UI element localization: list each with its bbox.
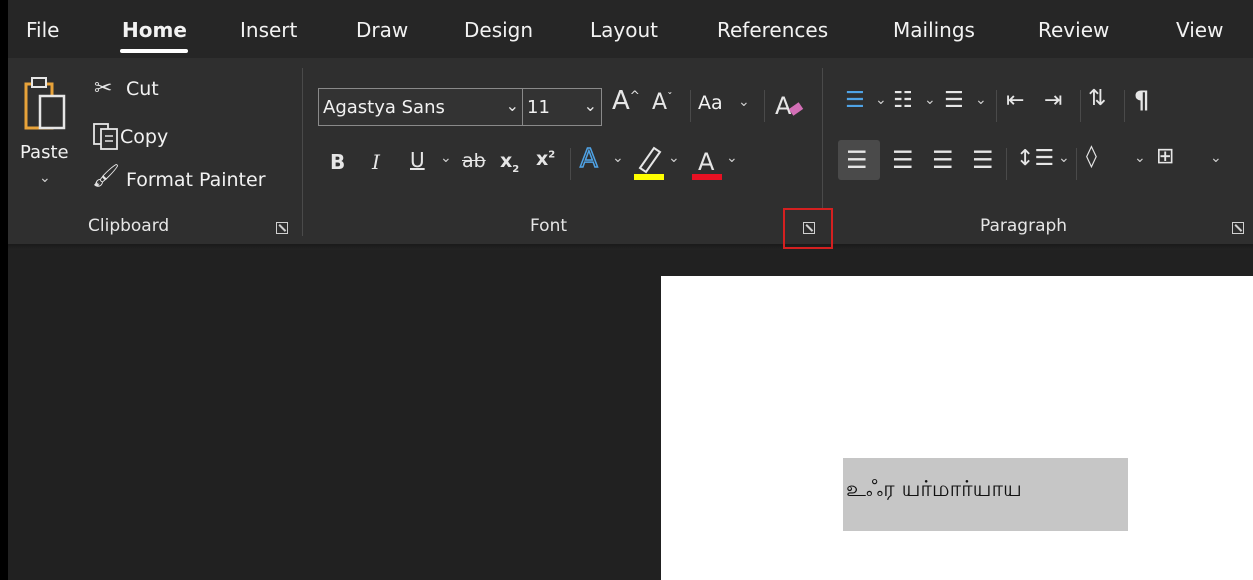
align-center-icon[interactable]: ☰ [892, 146, 914, 174]
multilevel-list-icon[interactable]: ☰ [944, 88, 964, 113]
toolbar-divider [764, 90, 765, 122]
font-color-button[interactable]: A [690, 142, 724, 186]
toolbar-divider [1124, 90, 1125, 122]
paste-dropdown-chevron-icon[interactable]: ⌄ [39, 170, 51, 186]
clear-formatting-button[interactable]: A [774, 90, 806, 126]
svg-text:A: A [698, 148, 715, 176]
paste-icon [24, 77, 66, 130]
bullets-icon[interactable]: ☰ [845, 88, 865, 113]
tab-home[interactable]: Home [122, 18, 187, 42]
shading-icon[interactable]: ◊ [1086, 144, 1097, 169]
line-spacing-dropdown-icon[interactable]: ⌄ [1058, 150, 1070, 166]
highlighter-icon [634, 146, 664, 180]
font-size-dropdown-icon[interactable]: ⌄ [584, 96, 597, 115]
text-effects-dropdown-icon[interactable]: ⌄ [612, 150, 624, 166]
align-right-icon[interactable]: ☰ [932, 146, 954, 174]
tab-view[interactable]: View [1176, 18, 1223, 42]
highlight-dropdown-icon[interactable]: ⌄ [668, 150, 680, 166]
subscript-icon[interactable]: x2 [500, 150, 519, 175]
tab-draw[interactable]: Draw [356, 18, 408, 42]
font-name-dropdown-icon[interactable]: ⌄ [506, 96, 519, 115]
highlight-button[interactable] [632, 142, 666, 186]
tab-references[interactable]: References [717, 18, 828, 42]
group-divider [302, 68, 303, 236]
highlight-annotation-box [783, 208, 833, 249]
numbering-icon[interactable]: ☷ [893, 88, 913, 113]
grow-font-icon[interactable]: A^ [612, 86, 640, 116]
tab-design[interactable]: Design [464, 18, 533, 42]
borders-dropdown-icon[interactable]: ⌄ [1210, 150, 1222, 166]
scissors-icon: ✂ [94, 76, 113, 101]
paste-button[interactable]: Paste ⌄ [16, 70, 80, 200]
show-formatting-marks-icon[interactable]: ¶ [1134, 86, 1149, 114]
underline-icon[interactable]: U [410, 148, 425, 172]
clipboard-dialog-launcher-icon[interactable] [276, 222, 288, 234]
tab-review[interactable]: Review [1038, 18, 1109, 42]
change-case-chevron-icon: ⌄ [738, 94, 750, 110]
toolbar-divider [996, 90, 997, 122]
shading-dropdown-icon[interactable]: ⌄ [1134, 150, 1146, 166]
paragraph-group-label: Paragraph [980, 216, 1068, 236]
tab-layout[interactable]: Layout [590, 18, 658, 42]
selected-text[interactable]: உஃர யர்மார்யாய [846, 477, 1022, 505]
clear-formatting-icon: A [775, 92, 804, 120]
toolbar-divider [1080, 90, 1081, 122]
align-left-icon: ☰ [846, 146, 868, 174]
font-size-value: 11 [527, 97, 550, 118]
document-page[interactable] [661, 276, 1253, 580]
format-painter-label: Format Painter [126, 169, 266, 191]
align-left-button[interactable]: ☰ [838, 140, 880, 180]
bullets-dropdown-icon[interactable]: ⌄ [875, 92, 887, 108]
decrease-indent-icon[interactable]: ⇤ [1006, 88, 1024, 113]
text-effects-icon[interactable]: A [579, 143, 598, 175]
shrink-font-icon[interactable]: Aˇ [652, 90, 673, 115]
multilevel-list-dropdown-icon[interactable]: ⌄ [975, 92, 987, 108]
justify-icon[interactable]: ☰ [972, 146, 994, 174]
font-name-combobox[interactable]: Agastya Sans ⌄ [318, 88, 524, 126]
tab-mailings[interactable]: Mailings [893, 18, 975, 42]
tab-file[interactable]: File [26, 18, 59, 42]
copy-icon [93, 123, 118, 150]
increase-indent-icon[interactable]: ⇥ [1044, 88, 1062, 113]
borders-icon[interactable]: ⊞ [1156, 144, 1174, 169]
line-spacing-icon[interactable]: ↕☰ [1016, 146, 1054, 171]
svg-text:A: A [775, 92, 792, 120]
font-group-label: Font [530, 216, 568, 236]
toolbar-divider [1006, 148, 1007, 180]
font-name-value: Agastya Sans [323, 97, 445, 118]
clipboard-group-label: Clipboard [88, 216, 170, 236]
copy-label: Copy [120, 126, 169, 148]
toolbar-divider [1076, 148, 1077, 180]
sort-icon[interactable]: ⇅ [1088, 86, 1106, 111]
active-tab-indicator [120, 49, 188, 53]
toolbar-divider [690, 90, 691, 122]
font-size-combobox[interactable]: 11 ⌄ [522, 88, 602, 126]
font-color-dropdown-icon[interactable]: ⌄ [726, 150, 738, 166]
underline-dropdown-icon[interactable]: ⌄ [440, 150, 452, 166]
paragraph-dialog-launcher-icon[interactable] [1232, 222, 1244, 234]
toolbar-divider [570, 148, 571, 180]
tab-insert[interactable]: Insert [240, 18, 297, 42]
cut-label: Cut [126, 78, 159, 100]
font-color-icon: A [692, 148, 722, 180]
superscript-icon[interactable]: x2 [536, 148, 555, 170]
group-divider [822, 68, 823, 208]
bold-icon[interactable]: B [330, 150, 345, 174]
highlight-color-bar [634, 174, 664, 180]
paste-label: Paste [20, 142, 69, 163]
strikethrough-icon[interactable]: ab [462, 150, 486, 172]
paintbrush-icon: 🖌 [92, 164, 120, 189]
italic-icon[interactable]: I [372, 150, 380, 174]
change-case-label: Aa [698, 92, 723, 114]
numbering-dropdown-icon[interactable]: ⌄ [924, 92, 936, 108]
